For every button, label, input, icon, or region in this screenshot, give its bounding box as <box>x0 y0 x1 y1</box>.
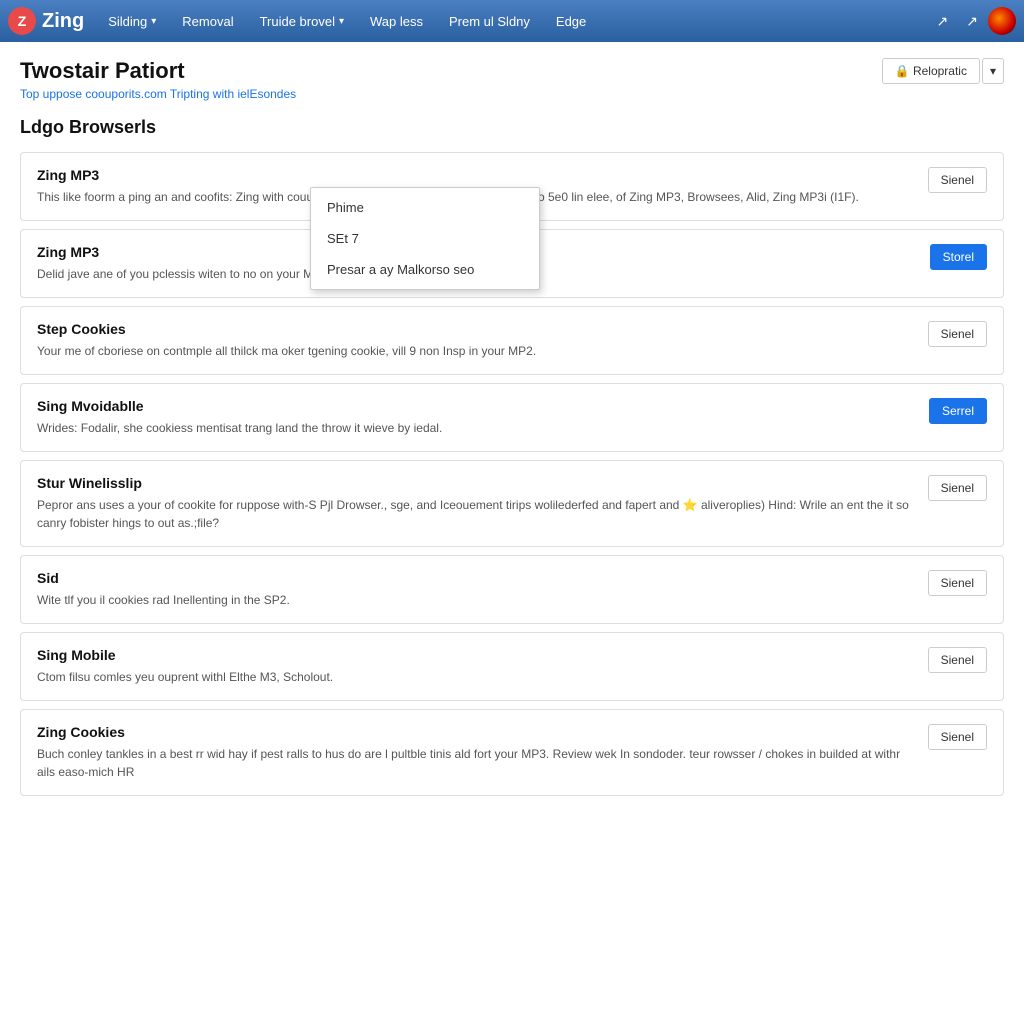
nav-item-prem[interactable]: Prem ul Sldny <box>437 8 542 35</box>
nav-item-edge[interactable]: Edge <box>544 8 598 35</box>
chevron-down-icon: ▾ <box>151 16 156 27</box>
table-row: Sid Wite tlf you il cookies rad Inellent… <box>20 555 1004 624</box>
card-title: Zing MP3 <box>37 167 912 183</box>
table-row: Zing Cookies Buch conley tankles in a be… <box>20 709 1004 796</box>
brand-title: Zing <box>42 10 84 33</box>
table-row: Stur Winelisslip Pepror ans uses a your … <box>20 460 1004 547</box>
header-button-group: 🔒 Relopratic ▾ <box>882 58 1004 84</box>
page-header: Twostair Patiort Top uppose coouporits.c… <box>20 58 1004 101</box>
card-button-5[interactable]: Sienel <box>928 570 987 596</box>
nav-item-truide[interactable]: Truide brovel ▾ <box>248 8 356 35</box>
dropdown-item-phime[interactable]: Phime <box>311 192 539 223</box>
card-title: Sid <box>37 570 912 586</box>
card-title: Stur Winelisslip <box>37 475 912 491</box>
browser-icon <box>988 7 1016 35</box>
brand: Z Zing <box>8 7 84 35</box>
nav-item-removal[interactable]: Removal <box>170 8 245 35</box>
card-button-7[interactable]: Sienel <box>928 724 987 750</box>
card-title: Step Cookies <box>37 321 912 337</box>
card-button-1[interactable]: Storel <box>930 244 987 270</box>
card-button-2[interactable]: Sienel <box>928 321 987 347</box>
dropdown-menu: Phime SEt 7 Presar a ay Malkorso seo <box>310 187 540 290</box>
nav-expand-icon[interactable]: ↗ <box>929 9 957 34</box>
card-button-0[interactable]: Sienel <box>928 167 987 193</box>
chevron-down-icon-header: ▾ <box>990 64 996 78</box>
chevron-down-icon-2: ▾ <box>339 16 344 27</box>
page-title: Twostair Patiort <box>20 58 296 84</box>
card-button-4[interactable]: Sienel <box>928 475 987 501</box>
table-row: Step Cookies Your me of cboriese on cont… <box>20 306 1004 375</box>
navbar: Z Zing Silding ▾ Removal Truide brovel ▾… <box>0 0 1024 42</box>
lock-icon: 🔒 <box>895 64 910 78</box>
card-desc: Pepror ans uses a your of cookite for ru… <box>37 496 912 532</box>
card-desc: Ctom filsu comles yeu ouprent withl Elth… <box>37 668 912 686</box>
card-desc: Your me of cboriese on contmple all thil… <box>37 342 912 360</box>
section-title: Ldgo Browserls <box>20 117 1004 138</box>
table-row: Sing Mobile Ctom filsu comles yeu oupren… <box>20 632 1004 701</box>
card-title: Sing Mvoidablle <box>37 398 913 414</box>
dropdown-item-presar[interactable]: Presar a ay Malkorso seo <box>311 254 539 285</box>
relopratic-button[interactable]: 🔒 Relopratic <box>882 58 980 84</box>
dropdown-toggle-button[interactable]: ▾ <box>982 58 1004 84</box>
card-button-3[interactable]: Serrel <box>929 398 987 424</box>
card-button-6[interactable]: Sienel <box>928 647 987 673</box>
page-container: Twostair Patiort Top uppose coouporits.c… <box>0 42 1024 1024</box>
dropdown-item-set7[interactable]: SEt 7 <box>311 223 539 254</box>
nav-arrow-icon[interactable]: ↗ <box>958 9 986 34</box>
card-title: Sing Mobile <box>37 647 912 663</box>
page-subtitle: Top uppose coouporits.com Tripting with … <box>20 87 296 101</box>
card-title: Zing Cookies <box>37 724 912 740</box>
nav-item-silding[interactable]: Silding ▾ <box>96 8 168 35</box>
card-desc: Buch conley tankles in a best rr wid hay… <box>37 745 912 781</box>
nav-item-wap[interactable]: Wap less <box>358 8 435 35</box>
table-row: Sing Mvoidablle Wrides: Fodalir, she coo… <box>20 383 1004 452</box>
card-desc: Wrides: Fodalir, she cookiess mentisat t… <box>37 419 913 437</box>
brand-logo: Z <box>8 7 36 35</box>
card-desc: Wite tlf you il cookies rad Inellenting … <box>37 591 912 609</box>
